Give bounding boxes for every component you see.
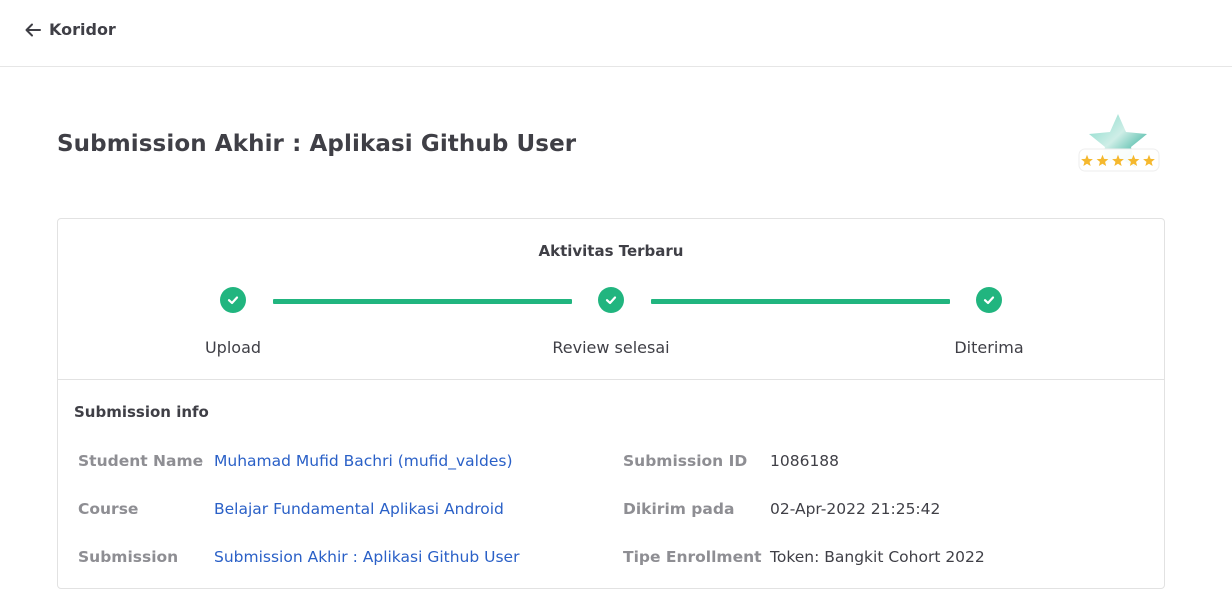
submission-link[interactable]: Submission Akhir : Aplikasi Github User [214,548,519,566]
info-section-title: Submission info [74,403,209,421]
arrow-left-icon [24,21,42,39]
submission-card: Aktivitas Terbaru Upload Review selesai … [57,218,1165,589]
step-upload-label: Upload [204,338,262,357]
enrollment-type-label: Tipe Enrollment [623,548,762,566]
submission-label: Submission [78,548,179,566]
rating-badge [1076,112,1160,182]
sent-at-label: Dikirim pada [623,500,735,518]
submission-id-value: 1086188 [770,452,840,470]
student-name-link[interactable]: Muhamad Mufid Bachri (mufid_valdes) [214,452,513,470]
page-title: Submission Akhir : Aplikasi Github User [57,131,577,157]
step-review-check-icon [598,287,624,313]
activity-title: Aktivitas Terbaru [538,242,684,260]
step-connector-2 [651,299,950,304]
step-connector-1 [273,299,572,304]
step-accepted-check-icon [976,287,1002,313]
top-bar: Koridor [0,0,1232,67]
enrollment-type-value: Token: Bangkit Cohort 2022 [770,548,985,566]
course-label: Course [78,500,139,518]
sent-at-value: 02-Apr-2022 21:25:42 [770,500,941,518]
star-badge-icon [1078,114,1160,172]
student-name-label: Student Name [78,452,204,470]
step-accepted-label: Diterima [954,338,1024,357]
course-link[interactable]: Belajar Fundamental Aplikasi Android [214,500,504,518]
back-link[interactable]: Koridor [24,20,116,39]
card-divider [58,379,1164,380]
step-upload-check-icon [220,287,246,313]
step-review-label: Review selesai [552,338,670,357]
submission-id-label: Submission ID [623,452,748,470]
back-link-label: Koridor [49,20,116,39]
